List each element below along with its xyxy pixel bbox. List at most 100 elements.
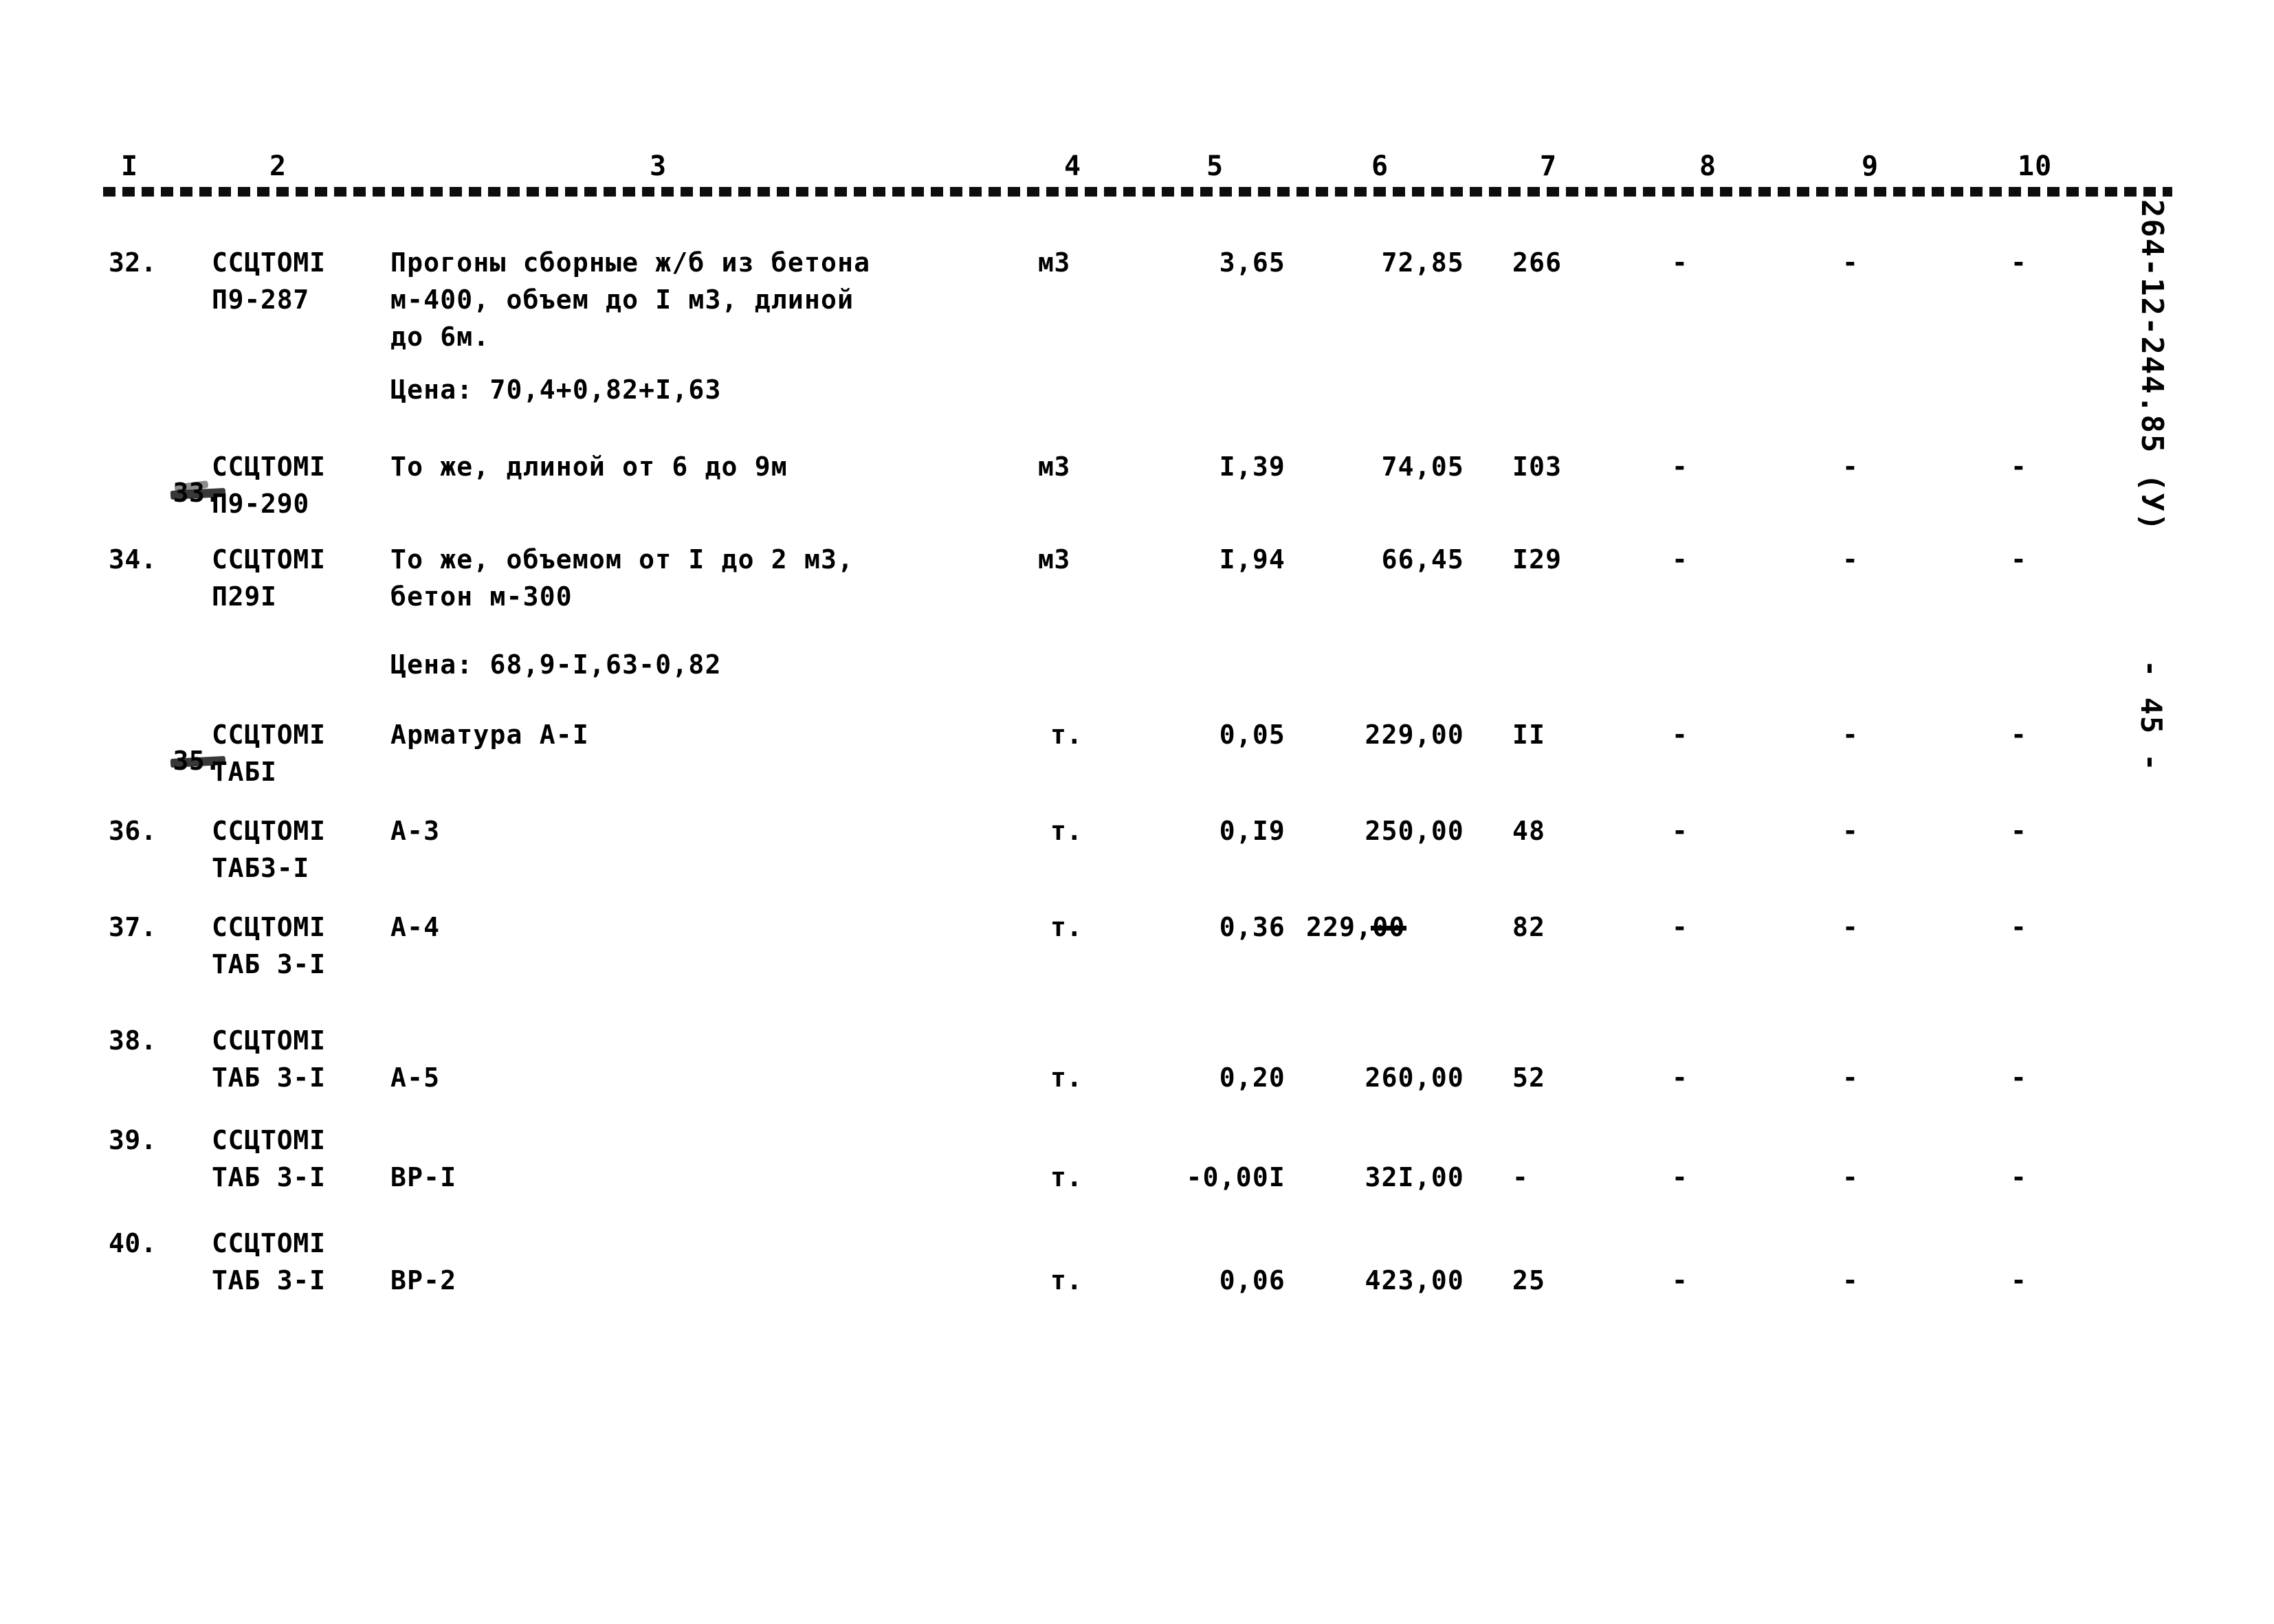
row-number: 37. — [109, 912, 157, 942]
row-col9: - — [1842, 544, 1859, 575]
row-description-line: ВР-2 — [390, 1265, 457, 1295]
row-col5: 0,05 — [1219, 720, 1285, 750]
row-number: 35. — [109, 722, 221, 800]
row-unit: м3 — [1038, 247, 1070, 278]
row-col6: 66,45 — [1381, 544, 1464, 575]
row-unit: м3 — [1038, 544, 1070, 575]
row-code-line-2: ТАБ 3-I — [212, 1162, 326, 1192]
row-number: 40. — [109, 1228, 157, 1258]
row-code-line-1: ССЦТОМI — [212, 544, 326, 575]
row-code-line-2: ТАБ3-I — [212, 853, 310, 883]
row-col7: 52 — [1512, 1063, 1546, 1093]
row-col5: 0,I9 — [1219, 816, 1285, 846]
row-code-line-1: ССЦТОМI — [212, 452, 326, 482]
row-col8: - — [1672, 544, 1688, 575]
column-header-5: 5 — [1206, 151, 1224, 182]
row-col10: - — [2011, 247, 2027, 278]
row-unit: м3 — [1038, 452, 1070, 482]
column-header-3: 3 — [650, 151, 667, 182]
row-col8: - — [1672, 1265, 1688, 1295]
row-col8: - — [1672, 452, 1688, 482]
row-col10: - — [2011, 1265, 2027, 1295]
row-col6: 250,00 — [1365, 816, 1464, 846]
row-number: 36. — [109, 816, 157, 846]
row-code-line-2: ТАБ 3-I — [212, 1063, 326, 1093]
row-description-line: Арматура А-I — [390, 720, 589, 750]
row-col8: - — [1672, 816, 1688, 846]
row-description-line: м-400, объем до I м3, длиной — [390, 285, 854, 315]
row-col9: - — [1842, 1162, 1859, 1192]
row-col6: 72,85 — [1381, 247, 1464, 278]
row-unit: т. — [1050, 816, 1083, 846]
row-number: 33. — [109, 454, 221, 532]
column-header-9: 9 — [1862, 151, 1879, 182]
row-number: 32. — [109, 247, 157, 278]
row-code-line-1: ССЦТОМI — [212, 816, 326, 846]
row-col9: - — [1842, 1265, 1859, 1295]
row-code-line-1: ССЦТОМI — [212, 1125, 326, 1155]
row-price-note: Цена: 70,4+0,82+I,63 — [390, 375, 722, 405]
row-price-note: Цена: 68,9-I,63-0,82 — [390, 649, 722, 680]
row-col6: 423,00 — [1365, 1265, 1464, 1295]
row-col7: 82 — [1512, 912, 1546, 942]
column-header-2: 2 — [269, 151, 287, 182]
document-code-stamp: 264-12-244.85 (У) — [2134, 199, 2170, 533]
row-unit: т. — [1050, 912, 1083, 942]
row-code-line-1: ССЦТОМI — [212, 912, 326, 942]
row-description-line: А-3 — [390, 816, 441, 846]
row-col8: - — [1672, 1162, 1688, 1192]
column-header-10: 10 — [2018, 151, 2053, 182]
row-col10: - — [2011, 912, 2027, 942]
row-col9: - — [1842, 816, 1859, 846]
row-col8: - — [1672, 1063, 1688, 1093]
row-description-line: То же, объемом от I до 2 м3, — [390, 544, 854, 575]
row-col6: 74,05 — [1381, 452, 1464, 482]
row-col10: - — [2011, 452, 2027, 482]
row-unit: т. — [1050, 1265, 1083, 1295]
row-col7: - — [1512, 1162, 1530, 1192]
row-col9: - — [1842, 912, 1859, 942]
row-col9: - — [1842, 1063, 1859, 1093]
row-col7: I29 — [1512, 544, 1563, 575]
row-description-line: Прогоны сборные ж/б из бетона — [390, 247, 871, 278]
row-col5: 0,36 — [1219, 912, 1285, 942]
row-col6: 229,00 — [1365, 720, 1464, 750]
row-code-line-1: ССЦТОМI — [212, 247, 326, 278]
row-description-line: А-4 — [390, 912, 441, 942]
row-col10: - — [2011, 720, 2027, 750]
column-header-1: I — [121, 151, 139, 182]
row-code-line-2: ТАБ 3-I — [212, 1265, 326, 1295]
row-col6: 32I,00 — [1365, 1162, 1464, 1192]
row-col7: I03 — [1512, 452, 1563, 482]
row-description-line: бетон м-300 — [390, 581, 573, 612]
row-col10: - — [2011, 544, 2027, 575]
row-code-line-2: ТАБI — [212, 757, 277, 787]
row-col8: - — [1672, 720, 1688, 750]
row-col8: - — [1672, 247, 1688, 278]
row-col7: 25 — [1512, 1265, 1546, 1295]
row-col5: -0,00I — [1186, 1162, 1285, 1192]
row-col10: - — [2011, 816, 2027, 846]
row-code-line-1: ССЦТОМI — [212, 720, 326, 750]
row-col6-struck-digits: 00 — [1371, 912, 1407, 942]
row-col10: - — [2011, 1063, 2027, 1093]
row-number: 38. — [109, 1025, 157, 1056]
row-number: 34. — [109, 544, 157, 575]
row-code-line-2: П29I — [212, 581, 277, 612]
row-code-line-2: П9-287 — [212, 285, 310, 315]
row-col5: I,39 — [1219, 452, 1285, 482]
row-code-line-2: П9-290 — [212, 489, 310, 519]
row-col7: 48 — [1512, 816, 1546, 846]
row-col6: 229,00 — [1306, 912, 1407, 942]
row-description-line: А-5 — [390, 1063, 441, 1093]
row-description-line: То же, длиной от 6 до 9м — [390, 452, 788, 482]
row-col7: 266 — [1512, 247, 1563, 278]
row-unit: т. — [1050, 1162, 1083, 1192]
document-page: I 2 3 4 5 6 7 8 9 10 32. ССЦТОМI П9-287 … — [0, 0, 2274, 1624]
row-col6: 260,00 — [1365, 1063, 1464, 1093]
row-description-line: ВР-I — [390, 1162, 457, 1192]
row-col5: 0,20 — [1219, 1063, 1285, 1093]
row-col5: 0,06 — [1219, 1265, 1285, 1295]
row-col9: - — [1842, 452, 1859, 482]
column-header-8: 8 — [1699, 151, 1717, 182]
